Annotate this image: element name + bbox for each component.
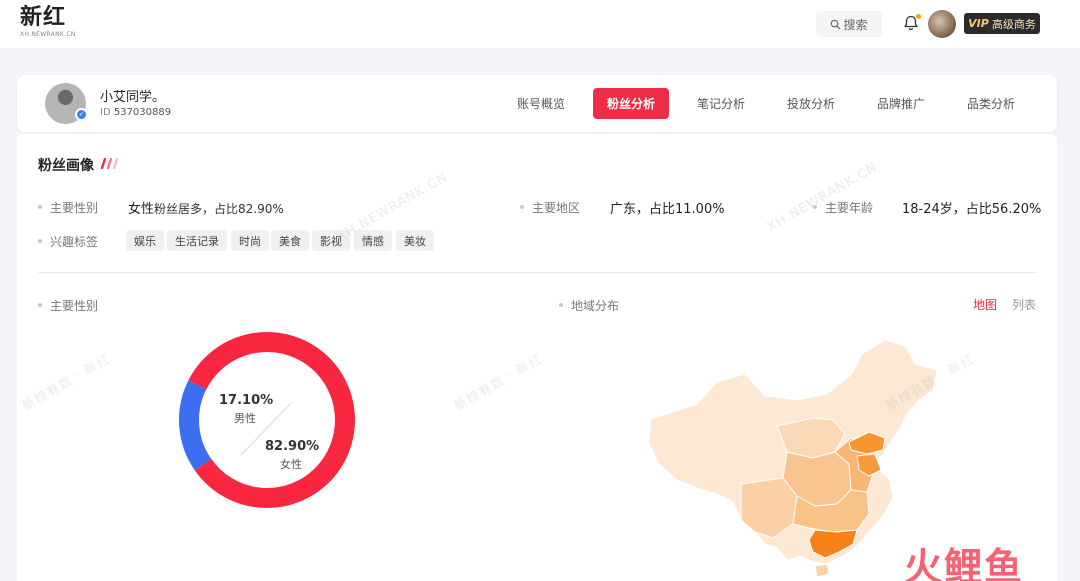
logo-text: 新红 — [20, 5, 67, 30]
vip-tag: VIP — [968, 17, 989, 30]
map-hainan — [814, 563, 830, 578]
user-avatar[interactable] — [928, 10, 956, 38]
donut-slice-male[interactable] — [179, 380, 212, 471]
tab-category-analysis[interactable]: 品类分析 — [955, 88, 1027, 119]
divider — [38, 272, 1037, 273]
tab-placement-analysis[interactable]: 投放分析 — [775, 88, 847, 119]
gender-label: 主要性别 — [37, 201, 99, 215]
top-bar: 新红 XH.NEWRANK.CN 搜索 VIP 高级商务 — [0, 0, 1080, 48]
gender-value: 女性粉丝居多，占比82.90% — [128, 198, 284, 217]
section-title: 粉丝画像 — [38, 158, 94, 174]
male-caption: 男性 — [234, 412, 256, 425]
logo-subtext: XH.NEWRANK.CN — [20, 31, 76, 38]
male-percent: 17.10% — [219, 393, 274, 408]
gender-chart-label: 主要性别 — [37, 299, 99, 313]
search-label: 搜索 — [843, 17, 868, 32]
age-value: 18-24岁，占比56.20% — [902, 202, 1042, 217]
tab-bar: 账号概览 粉丝分析 笔记分析 投放分析 品牌推广 品类分析 — [17, 75, 1057, 132]
age-label: 主要年龄 — [812, 201, 874, 215]
region-chart-label: 地域分布 — [558, 299, 620, 313]
tab-note-analysis[interactable]: 笔记分析 — [685, 88, 757, 119]
logo[interactable]: 新红 XH.NEWRANK.CN — [20, 5, 76, 39]
tab-fan-analysis[interactable]: 粉丝分析 — [593, 88, 669, 119]
gender-main: 女性 — [128, 202, 155, 217]
male-label-group: 17.10% 男性 — [219, 393, 274, 426]
interest-tag: 影视 — [312, 230, 350, 251]
search-button[interactable]: 搜索 — [816, 11, 882, 37]
search-icon — [831, 19, 841, 30]
map-toggle[interactable]: 地图 — [973, 296, 997, 313]
title-decoration-icon — [100, 158, 119, 169]
interest-tag: 美妆 — [396, 230, 434, 251]
list-toggle[interactable]: 列表 — [1012, 296, 1036, 313]
vip-badge[interactable]: VIP 高级商务 — [964, 13, 1040, 34]
female-label-group: 82.90% 女性 — [265, 439, 320, 472]
interest-tag: 情感 — [354, 230, 392, 251]
interest-tag: 娱乐 — [126, 230, 164, 251]
corner-watermark-logo: 火鲤鱼 — [904, 545, 1025, 581]
female-percent: 82.90% — [265, 439, 320, 454]
interest-tag: 时尚 — [231, 230, 269, 251]
map-guangdong — [808, 529, 858, 559]
vip-label: 高级商务 — [991, 17, 1036, 31]
interest-label: 兴趣标签 — [37, 235, 99, 249]
notification-dot — [916, 14, 921, 19]
region-label: 主要地区 — [519, 201, 581, 215]
tab-account-overview[interactable]: 账号概览 — [505, 88, 577, 119]
fan-profile-card: 粉丝画像 主要性别 女性粉丝居多，占比82.90% 主要地区 广东，占比11.0… — [17, 134, 1057, 581]
gender-detail: 粉丝居多，占比82.90% — [154, 202, 284, 216]
region-value: 广东，占比11.00% — [610, 202, 725, 217]
interest-tag: 生活记录 — [167, 230, 227, 251]
profile-card: ✓ 小艾同学。 ID 537030889 账号概览 粉丝分析 笔记分析 投放分析… — [17, 75, 1057, 132]
female-caption: 女性 — [280, 458, 302, 471]
tab-brand-promotion[interactable]: 品牌推广 — [865, 88, 937, 119]
interest-tag: 美食 — [271, 230, 309, 251]
